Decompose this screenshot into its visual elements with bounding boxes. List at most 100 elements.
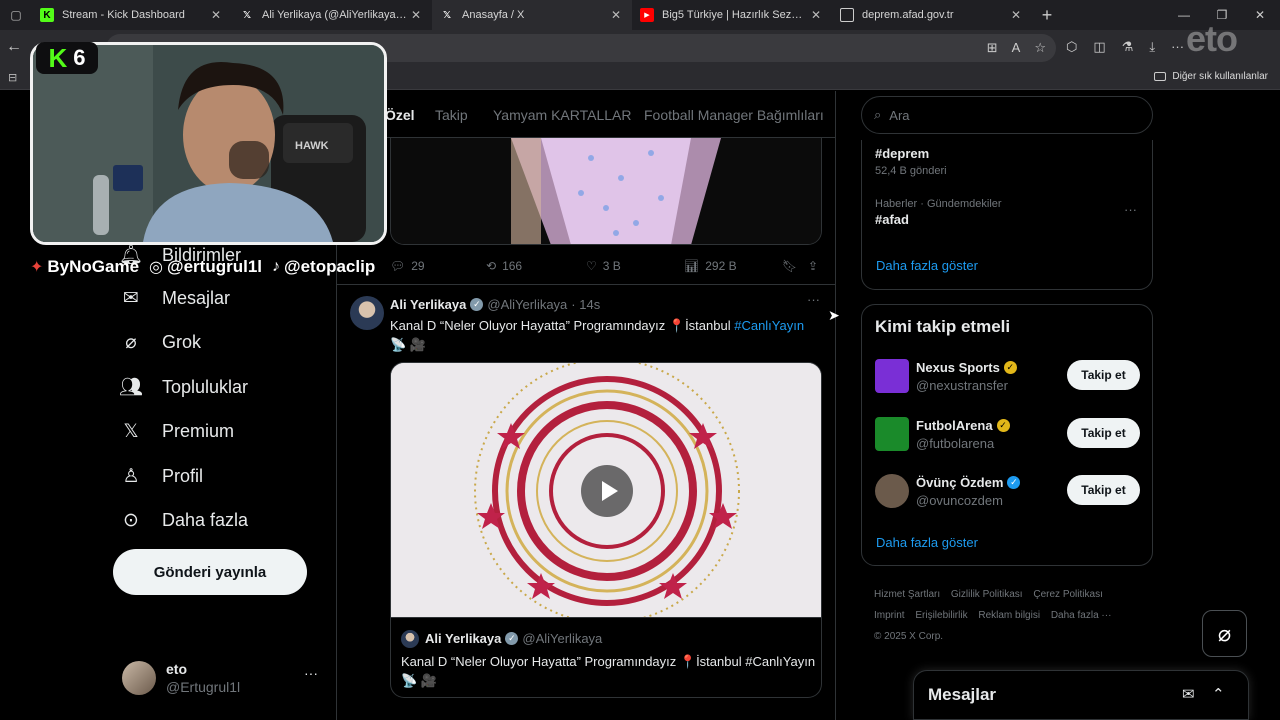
bookmark-icon[interactable]: 🔖︎ [782, 259, 797, 273]
nav-premium[interactable]: 𝕏 Premium [120, 420, 234, 442]
chevron-up-icon[interactable]: ⌃ [1212, 685, 1225, 703]
suggested-name: Nexus Sports [916, 360, 1000, 375]
follow-button[interactable]: Takip et [1067, 475, 1140, 505]
show-more-trends-link[interactable]: Daha fazla göster [876, 258, 978, 273]
tab-ozel[interactable]: Özel [385, 107, 415, 123]
person-icon: ♙ [122, 465, 140, 487]
sidebar-toggle-icon[interactable]: ⊟ [8, 71, 17, 84]
avatar [122, 661, 156, 695]
close-window-button[interactable]: ✕ [1242, 0, 1278, 30]
new-message-icon[interactable]: ✉ [1182, 685, 1195, 703]
footer-link[interactable]: Erişilebilirlik [915, 610, 967, 621]
follow-button[interactable]: Takip et [1067, 360, 1140, 390]
social-tiktok: ♪ @etopaclip [272, 257, 376, 276]
trend-item[interactable]: Haberler · Gündemdekiler #afad [875, 198, 1002, 227]
close-tab-icon[interactable]: ✕ [808, 8, 824, 22]
browser-tab-kick[interactable]: K Stream - Kick Dashboard ✕ [32, 0, 232, 30]
bynogame-icon: ✦ [30, 259, 44, 276]
grok-icon: ⌀ [1217, 620, 1232, 646]
footer-link[interactable]: Reklam bilgisi [978, 610, 1040, 621]
footer-link[interactable]: Daha fazla ··· [1051, 610, 1112, 621]
more-dots-icon[interactable]: ··· [1124, 202, 1137, 217]
play-button[interactable] [581, 465, 633, 517]
browser-tab-anasayfa[interactable]: 𝕏 Anasayfa / X ✕ [432, 0, 632, 30]
trend-context: Haberler · Gündemdekiler [875, 198, 1002, 210]
nav-label: Daha fazla [162, 509, 249, 530]
verified-gold-icon: ✓ [996, 419, 1010, 432]
footer-link[interactable]: Imprint [874, 610, 905, 621]
post-author[interactable]: Ali Yerlikaya ✓ @AliYerlikaya · 14s [390, 297, 600, 312]
favorite-star-icon[interactable]: ☆ [1034, 40, 1046, 56]
kick-badge: K 6 [36, 42, 98, 74]
tab-yamyam-kartallar[interactable]: Yamyam KARTALLAR [493, 107, 632, 123]
close-tab-icon[interactable]: ✕ [208, 8, 224, 22]
hashtag-link[interactable]: #CanlıYayın [734, 318, 804, 333]
follow-suggestion[interactable]: FutbolArena ✓ @futbolarena Takip et [875, 417, 1141, 453]
post-button[interactable]: Gönderi yayınla [113, 549, 307, 595]
collections-icon[interactable]: ⚗ [1122, 39, 1134, 55]
like-button[interactable]: ♡ 3 B [586, 259, 621, 273]
browser-tab-ali[interactable]: 𝕏 Ali Yerlikaya (@AliYerlikaya) / X ✕ [232, 0, 432, 30]
share-icon[interactable]: ⇪ [808, 259, 818, 273]
envelope-icon: ✉ [123, 287, 139, 309]
nav-messages[interactable]: ✉ Mesajlar [120, 287, 230, 309]
instagram-icon: ◎ [149, 259, 164, 276]
footer-links: Hizmet Şartları Gizlilik Politikası Çere… [874, 584, 1144, 647]
post-video[interactable] [390, 362, 822, 618]
other-favorites-folder[interactable]: Diğer sık kullanılanlar [1154, 71, 1268, 82]
footer-link[interactable]: Çerez Politikası [1033, 589, 1102, 600]
footer-link[interactable]: Hizmet Şartları [874, 589, 940, 600]
close-tab-icon[interactable]: ✕ [608, 8, 624, 22]
repost-button[interactable]: ⟲ 166 [486, 259, 522, 273]
author-handle: @AliYerlikaya [522, 631, 603, 646]
close-tab-icon[interactable]: ✕ [408, 8, 424, 22]
back-arrow-icon[interactable]: ← [6, 38, 22, 56]
read-aloud-icon[interactable]: A [1012, 40, 1021, 56]
tab-title: Anasayfa / X [462, 9, 525, 21]
settings-more-icon[interactable]: ··· [1171, 39, 1184, 55]
trends-card: #deprem 52,4 B gönderi ··· Haberler · Gü… [861, 140, 1153, 290]
heart-icon: ♡ [586, 259, 597, 273]
post-image[interactable] [390, 138, 822, 245]
browser-tab-big5[interactable]: ▶ Big5 Türkiye | Hazırlık Sezonu 2. B ✕ [632, 0, 832, 30]
browser-tab-afad[interactable]: deprem.afad.gov.tr ✕ [832, 0, 1032, 30]
apps-icon[interactable]: ⊞ [987, 40, 998, 56]
messages-drawer[interactable]: Mesajlar ✉ ⌃ [913, 670, 1249, 720]
trend-count: 52,4 B gönderi [875, 165, 947, 177]
download-icon[interactable]: ⤓ [1149, 39, 1155, 55]
trend-item[interactable]: #deprem 52,4 B gönderi [875, 144, 947, 177]
folder-label: Diğer sık kullanılanlar [1172, 71, 1268, 82]
follow-button[interactable]: Takip et [1067, 418, 1140, 448]
account-name: eto [166, 661, 187, 677]
follow-suggestion[interactable]: Nexus Sports ✓ @nexustransfer Takip et [875, 359, 1141, 395]
nav-more[interactable]: ⊙ Daha fazla [120, 509, 248, 531]
new-tab-button[interactable]: + [1032, 5, 1062, 26]
account-switcher[interactable]: eto @Ertugrul1l ··· [122, 657, 322, 703]
avatar[interactable] [350, 296, 384, 330]
close-tab-icon[interactable]: ✕ [1008, 8, 1024, 22]
show-more-suggestions-link[interactable]: Daha fazla göster [876, 535, 978, 550]
extensions-icon[interactable]: ⬡ [1066, 39, 1077, 55]
quoted-text: Kanal D “Neler Oluyor Hayatta” Programın… [401, 654, 816, 688]
search-input[interactable]: ⌕ Ara [861, 96, 1153, 134]
quoted-post[interactable]: Ali Yerlikaya ✓ @AliYerlikaya Kanal D “N… [390, 618, 822, 698]
grok-floating-button[interactable]: ⌀ [1202, 610, 1247, 657]
copyright: © 2025 X Corp. [874, 631, 944, 642]
author-name: Ali Yerlikaya [425, 631, 502, 646]
nav-communities[interactable]: 👥︎ Topluluklar [119, 376, 248, 399]
reply-button[interactable]: 💬︎ 29 [390, 259, 425, 273]
nav-grok[interactable]: ⌀ Grok [120, 331, 201, 353]
mouse-cursor-icon: ➤ [828, 307, 840, 323]
follow-suggestion[interactable]: Övünç Özdem ✓ @ovuncozdem Takip et [875, 474, 1141, 510]
footer-link[interactable]: Gizlilik Politikası [951, 589, 1023, 600]
nav-profile[interactable]: ♙ Profil [120, 465, 203, 487]
folder-icon [1154, 72, 1167, 81]
tab-actions-icon[interactable]: ▢ [0, 0, 32, 30]
more-dots-icon[interactable]: ··· [807, 292, 820, 307]
tab-football-manager[interactable]: Football Manager Bağımlıları [644, 107, 824, 123]
suggested-handle: @futbolarena [916, 436, 995, 451]
views-button[interactable]: 📊︎ 292 B [684, 259, 737, 273]
split-screen-icon[interactable]: ◫ [1093, 39, 1105, 55]
browser-tab-bar: ▢ K Stream - Kick Dashboard ✕ 𝕏 Ali Yerl… [0, 0, 1280, 30]
tab-takip[interactable]: Takip [435, 107, 468, 123]
